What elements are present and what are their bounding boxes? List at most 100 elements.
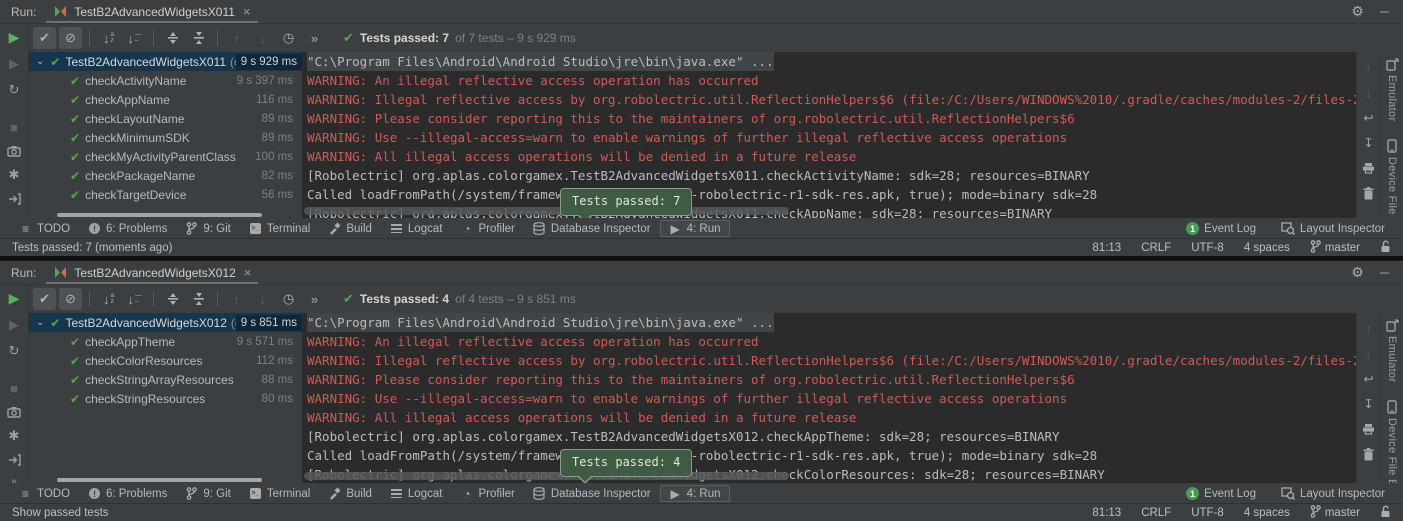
more-actions-button[interactable]: » [303,27,326,49]
rerun-failed-tests-button[interactable]: ▶ [5,317,23,333]
test-history-button[interactable]: ◷ [277,27,300,49]
toolwindow-button-terminal[interactable]: >_Terminal [240,485,319,502]
status-widget-crlf[interactable]: CRLF [1141,242,1171,254]
toolwindow-button-todo[interactable]: ≡TODO [10,485,79,502]
toggle-auto-test-button[interactable]: ↻ [5,343,23,359]
toolwindow-button-6-problems[interactable]: !6: Problems [79,220,176,237]
scroll-down-button[interactable]: ↓ [1361,85,1377,101]
rerun-tests-button[interactable]: ▶ [5,290,23,307]
run-console[interactable]: "C:\Program Files\Android\Android Studio… [302,313,1356,483]
run-tab[interactable]: TestB2AdvancedWidgetsX011 × [46,0,257,23]
hide-icon[interactable]: ─ [1380,4,1389,19]
stop-button[interactable]: ■ [5,120,23,135]
toolwindow-button-terminal[interactable]: >_Terminal [240,220,319,237]
toolwindow-button-build[interactable]: Build [319,220,381,237]
gear-icon[interactable]: ⚙ [1351,264,1364,281]
scroll-up-button[interactable]: ↑ [1361,321,1377,337]
toolwindow-button-logcat[interactable]: Logcat [381,220,452,237]
toolwindow-button-database-inspector[interactable]: Database Inspector [524,485,660,502]
thread-dump-button[interactable] [5,406,23,418]
show-passed-toggle[interactable]: ✔ [33,288,56,310]
toolwindow-button-logcat[interactable]: Logcat [381,485,452,502]
expand-all-button[interactable] [161,288,184,310]
toolwindow-button-9-git[interactable]: 9: Git [176,220,239,237]
toolwindow-button-build[interactable]: Build [319,485,381,502]
show-ignored-toggle[interactable]: ⊘ [59,288,82,310]
toolwindow-button-6-problems[interactable]: !6: Problems [79,485,176,502]
scroll-to-end-button[interactable]: ↧ [1361,135,1377,151]
status-widget-utf-8[interactable]: UTF-8 [1191,242,1224,254]
gear-icon[interactable]: ⚙ [1351,3,1364,20]
status-widget-crlf[interactable]: CRLF [1141,507,1171,519]
run-console[interactable]: "C:\Program Files\Android\Android Studio… [302,52,1356,218]
test-row[interactable]: ✔checkStringArrayResources88 ms [29,370,302,389]
close-icon[interactable]: × [243,4,251,19]
show-ignored-toggle[interactable]: ⊘ [59,27,82,49]
sort-by-duration-button[interactable]: ↓—– [123,27,146,49]
clear-console-button[interactable] [1361,185,1377,201]
scroll-to-end-button[interactable]: ↧ [1361,396,1377,412]
status-widget-4-spaces[interactable]: 4 spaces [1244,507,1290,519]
run-tab[interactable]: TestB2AdvancedWidgetsX012 × [46,261,258,284]
soft-wrap-button[interactable]: ↩ [1361,371,1377,387]
test-row[interactable]: ✔checkMinimumSDK89 ms [29,128,302,147]
next-occurrence-button[interactable]: ↓ [251,288,274,310]
print-button[interactable] [1361,421,1377,437]
sort-alphabetically-button[interactable]: ↓az [97,288,120,310]
status-widget-4-spaces[interactable]: 4 spaces [1244,242,1290,254]
pin-results-button[interactable] [5,193,23,205]
toggle-auto-test-button[interactable]: ↻ [5,82,23,98]
coverage-button[interactable]: ✱ [5,428,23,444]
status-widget-81-13[interactable]: 81:13 [1092,242,1121,254]
status-widget-81-13[interactable]: 81:13 [1092,507,1121,519]
toolwindow-button-event-log[interactable]: 1Event Log [1184,485,1258,502]
tool-stripe-emulator[interactable]: Emulator [1386,319,1399,382]
print-button[interactable] [1361,160,1377,176]
sort-by-duration-button[interactable]: ↓—– [123,288,146,310]
console-horizontal-scrollbar[interactable] [304,472,789,480]
close-icon[interactable]: × [244,265,252,280]
toolwindow-button-todo[interactable]: ≡TODO [10,220,79,237]
test-row[interactable]: ✔checkActivityName9 s 397 ms [29,71,302,90]
toolwindow-button-layout-inspector[interactable]: Layout Inspector [1280,485,1387,502]
test-suite-row[interactable]: ⌄ ✔ TestB2AdvancedWidgetsX011 (org.ap 9 … [29,52,302,71]
next-occurrence-button[interactable]: ↓ [251,27,274,49]
clear-console-button[interactable] [1361,446,1377,462]
scroll-up-button[interactable]: ↑ [1361,60,1377,76]
toolwindow-button-layout-inspector[interactable]: Layout Inspector [1280,220,1387,237]
tree-horizontal-scrollbar[interactable] [57,478,262,482]
toolwindow-button-database-inspector[interactable]: Database Inspector [524,220,660,237]
test-row[interactable]: ✔checkPackageName82 ms [29,166,302,185]
test-row[interactable]: ✔checkStringResources80 ms [29,389,302,408]
test-row[interactable]: ✔checkTargetDevice56 ms [29,185,302,204]
test-row[interactable]: ✔checkAppTheme9 s 571 ms [29,332,302,351]
status-widget-master[interactable]: master [1310,505,1360,521]
test-suite-row[interactable]: ⌄ ✔ TestB2AdvancedWidgetsX012 (org.ap 9 … [29,313,302,332]
rerun-tests-button[interactable]: ▶ [5,29,23,46]
collapse-all-button[interactable] [187,27,210,49]
test-history-button[interactable]: ◷ [277,288,300,310]
toolwindow-button-4-run[interactable]: ▶4: Run [660,485,730,502]
soft-wrap-button[interactable]: ↩ [1361,110,1377,126]
status-widget-master[interactable]: master [1310,240,1360,256]
toolwindow-button-4-run[interactable]: ▶4: Run [660,220,730,237]
hide-icon[interactable]: ─ [1380,265,1389,280]
scroll-down-button[interactable]: ↓ [1361,346,1377,362]
pin-results-button[interactable] [5,454,23,466]
show-passed-toggle[interactable]: ✔ [33,27,56,49]
test-row[interactable]: ✔checkMyActivityParentClass100 ms [29,147,302,166]
sort-alphabetically-button[interactable]: ↓az [97,27,120,49]
coverage-button[interactable]: ✱ [5,167,23,183]
toolwindow-button-profiler[interactable]: ◔Profiler [451,220,523,237]
tree-horizontal-scrollbar[interactable] [57,213,262,217]
chevron-down-icon[interactable]: ⌄ [36,56,44,67]
previous-occurrence-button[interactable]: ↑ [225,288,248,310]
status-widget-lock[interactable] [1380,240,1391,256]
toolwindow-button-profiler[interactable]: ◔Profiler [451,485,523,502]
thread-dump-button[interactable] [5,145,23,157]
toolwindow-button-9-git[interactable]: 9: Git [176,485,239,502]
rerun-failed-tests-button[interactable]: ▶ [5,56,23,72]
chevron-down-icon[interactable]: ⌄ [36,317,44,328]
tool-stripe-emulator[interactable]: Emulator [1386,58,1399,121]
status-widget-utf-8[interactable]: UTF-8 [1191,507,1224,519]
